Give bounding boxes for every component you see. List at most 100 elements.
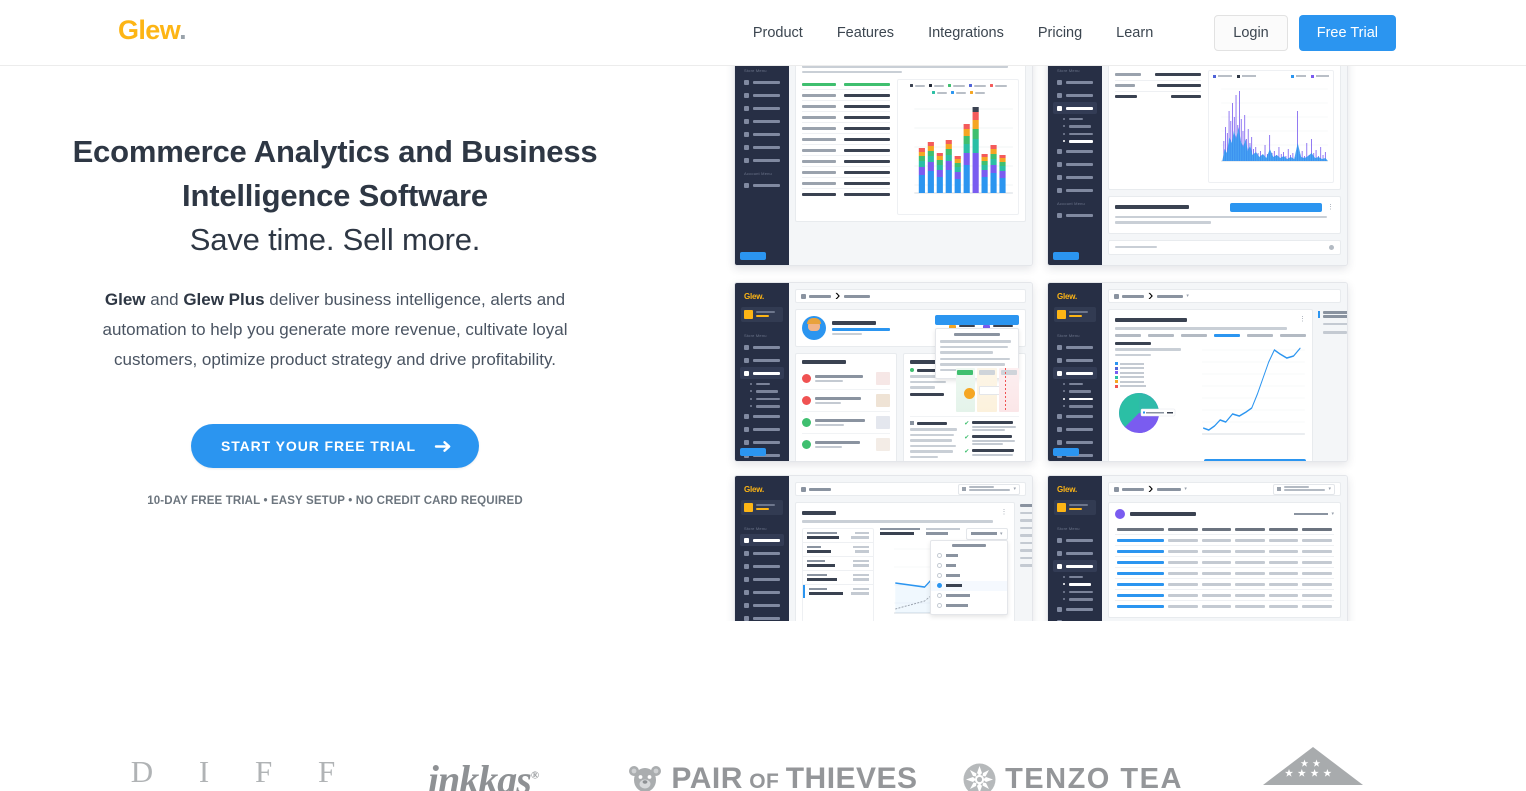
menu-item-month[interactable] <box>930 580 1007 591</box>
download-ltv-report-button[interactable] <box>1230 202 1322 212</box>
breadcrumb-customers[interactable] <box>801 293 831 299</box>
sidebar-item-performance[interactable] <box>1053 547 1097 559</box>
free-trial-button[interactable]: Free Trial <box>1298 15 1396 51</box>
chevron-down-icon[interactable]: ▾ <box>1186 293 1189 299</box>
sidebar-item-overview[interactable] <box>1053 534 1097 546</box>
sidebar-subitem-list[interactable] <box>1053 115 1097 123</box>
menu-item-day[interactable] <box>931 561 1007 571</box>
sidebar-item-my-account[interactable] <box>1053 209 1097 221</box>
sidebar-item-products[interactable] <box>740 410 784 422</box>
sidebar-subitem-list[interactable] <box>1053 573 1097 581</box>
date-range-picker[interactable]: ▾ <box>1273 483 1335 495</box>
sign-out-button[interactable] <box>740 448 766 456</box>
sidebar-item-customers[interactable] <box>740 560 784 572</box>
sidebar-item-performance[interactable] <box>740 547 784 559</box>
kebab-menu-icon[interactable]: ⋮ <box>1001 509 1008 516</box>
sidebar-subitem-list[interactable] <box>740 380 784 388</box>
table-row[interactable] <box>1115 579 1334 590</box>
table-row[interactable] <box>1115 546 1334 557</box>
sort-by-revenue-select[interactable]: ▾ <box>1294 511 1334 517</box>
sidebar-subitem-lifetime-value[interactable] <box>1053 596 1097 604</box>
sidebar-item-overview[interactable] <box>740 534 784 546</box>
sidebar-item-store-settings[interactable] <box>740 154 784 166</box>
brand-logo[interactable]: Glew. <box>118 17 187 44</box>
sidebar-subitem-segments[interactable] <box>1053 581 1097 589</box>
sidebar-subitem-future-value[interactable] <box>1053 130 1097 138</box>
menu-item-day-of-week[interactable] <box>931 591 1007 601</box>
tab-four-purchases[interactable] <box>1247 333 1273 337</box>
breadcrumb-customers[interactable] <box>1114 293 1144 299</box>
date-range-picker[interactable]: ▾ <box>958 483 1020 495</box>
sidebar-item-products[interactable] <box>1053 145 1097 157</box>
sidebar-item-reports[interactable] <box>740 436 784 448</box>
sidebar-item-cogs[interactable] <box>1053 158 1097 170</box>
start-free-trial-button[interactable]: START YOUR FREE TRIAL <box>191 424 479 468</box>
table-row[interactable] <box>1115 601 1334 611</box>
sidebar-subitem-list[interactable] <box>1053 380 1097 388</box>
sidebar-subitem-future-value[interactable] <box>1053 588 1097 596</box>
column-aov[interactable] <box>1268 527 1299 531</box>
sidebar-item-cogs[interactable] <box>740 586 784 598</box>
sidebar-item-customers[interactable] <box>740 367 784 379</box>
sidebar-item-products[interactable] <box>740 573 784 585</box>
sidebar-item-customers[interactable] <box>740 102 784 114</box>
tab-zero-purchases[interactable] <box>1115 333 1141 337</box>
gear-icon[interactable] <box>1329 244 1334 250</box>
search-by-channel-row[interactable] <box>1108 239 1341 255</box>
table-row[interactable] <box>1115 557 1334 568</box>
sidebar-item-cogs[interactable] <box>740 423 784 435</box>
sidebar-subitem-future-value[interactable] <box>740 395 784 403</box>
sidebar-item-customers[interactable] <box>1053 367 1097 379</box>
menu-item-hour[interactable] <box>931 551 1007 561</box>
sign-out-button[interactable] <box>1053 252 1079 260</box>
kebab-menu-icon[interactable]: ⋮ <box>1299 316 1306 323</box>
sidebar-item-cogs[interactable] <box>1053 423 1097 435</box>
tab-three-purchases[interactable] <box>1214 333 1240 337</box>
sidebar-item-store-settings[interactable] <box>1053 184 1097 196</box>
breadcrumb-segments[interactable]: ▾ <box>1157 486 1187 492</box>
table-row[interactable] <box>1115 568 1334 579</box>
sidebar-item-reports[interactable] <box>1053 171 1097 183</box>
column-revenue[interactable] <box>1201 527 1232 531</box>
sidebar-item-reports[interactable] <box>740 599 784 611</box>
nav-item-learn[interactable]: Learn <box>1099 25 1170 41</box>
column-segments[interactable] <box>1117 527 1165 531</box>
sidebar-item-overview[interactable] <box>740 341 784 353</box>
breadcrumb-overview[interactable] <box>801 486 831 492</box>
screenshot-customer-segments-dashboard[interactable]: Glew. Store Menu › ▾ ▾ ▾ <box>1047 475 1348 621</box>
sidebar-item-customers[interactable] <box>1053 560 1097 572</box>
sidebar-item-overview[interactable] <box>1053 76 1097 88</box>
column-orders[interactable] <box>1235 527 1265 531</box>
sidebar-subitem-future-value[interactable] <box>1053 395 1097 403</box>
screenshot-revenue-overview-dashboard[interactable]: Glew. Store Menu Account Menu ▾ <box>734 475 1033 621</box>
login-button[interactable]: Login <box>1214 15 1288 51</box>
nav-item-integrations[interactable]: Integrations <box>911 25 1021 41</box>
tab-multiple-purchases[interactable] <box>1280 333 1306 337</box>
tab-one-purchase[interactable] <box>1148 333 1174 337</box>
sidebar-item-reports[interactable] <box>740 141 784 153</box>
breadcrumb-future-value[interactable]: ▾ <box>1157 293 1189 299</box>
sidebar-item-reports[interactable] <box>1053 436 1097 448</box>
sidebar-item-overview[interactable] <box>1053 341 1097 353</box>
sidebar-item-cogs[interactable] <box>1053 616 1097 621</box>
sidebar-item-performance[interactable] <box>1053 89 1097 101</box>
sidebar-subitem-lifetime-value[interactable] <box>1053 403 1097 411</box>
column-ltv[interactable] <box>1302 527 1332 531</box>
sidebar-item-performance[interactable] <box>740 354 784 366</box>
sidebar-item-performance[interactable] <box>740 89 784 101</box>
sidebar-item-products[interactable] <box>740 115 784 127</box>
sidebar-item-store-settings[interactable] <box>740 612 784 621</box>
sidebar-subitem-lifetime-value[interactable] <box>1053 138 1097 146</box>
nav-item-product[interactable]: Product <box>736 25 820 41</box>
column-customers[interactable] <box>1168 527 1198 531</box>
sidebar-item-my-account[interactable] <box>740 179 784 191</box>
add-to-favorite-segment-button[interactable] <box>935 315 1019 325</box>
menu-item-time-of-day[interactable] <box>931 601 1007 611</box>
sign-out-button[interactable] <box>740 252 766 260</box>
screenshot-customer-purchase-behavior-dashboard[interactable]: Glew. Store Menu Account Menu <box>1047 282 1348 462</box>
chevron-down-icon[interactable]: ▾ <box>1184 486 1187 492</box>
sidebar-item-products[interactable] <box>1053 410 1097 422</box>
breadcrumb-customers[interactable] <box>1114 486 1144 492</box>
breadcrumb-olivia-young[interactable] <box>844 294 871 298</box>
screenshot-customer-profile-dashboard[interactable]: Glew. Store Menu Account Menu <box>734 282 1033 462</box>
